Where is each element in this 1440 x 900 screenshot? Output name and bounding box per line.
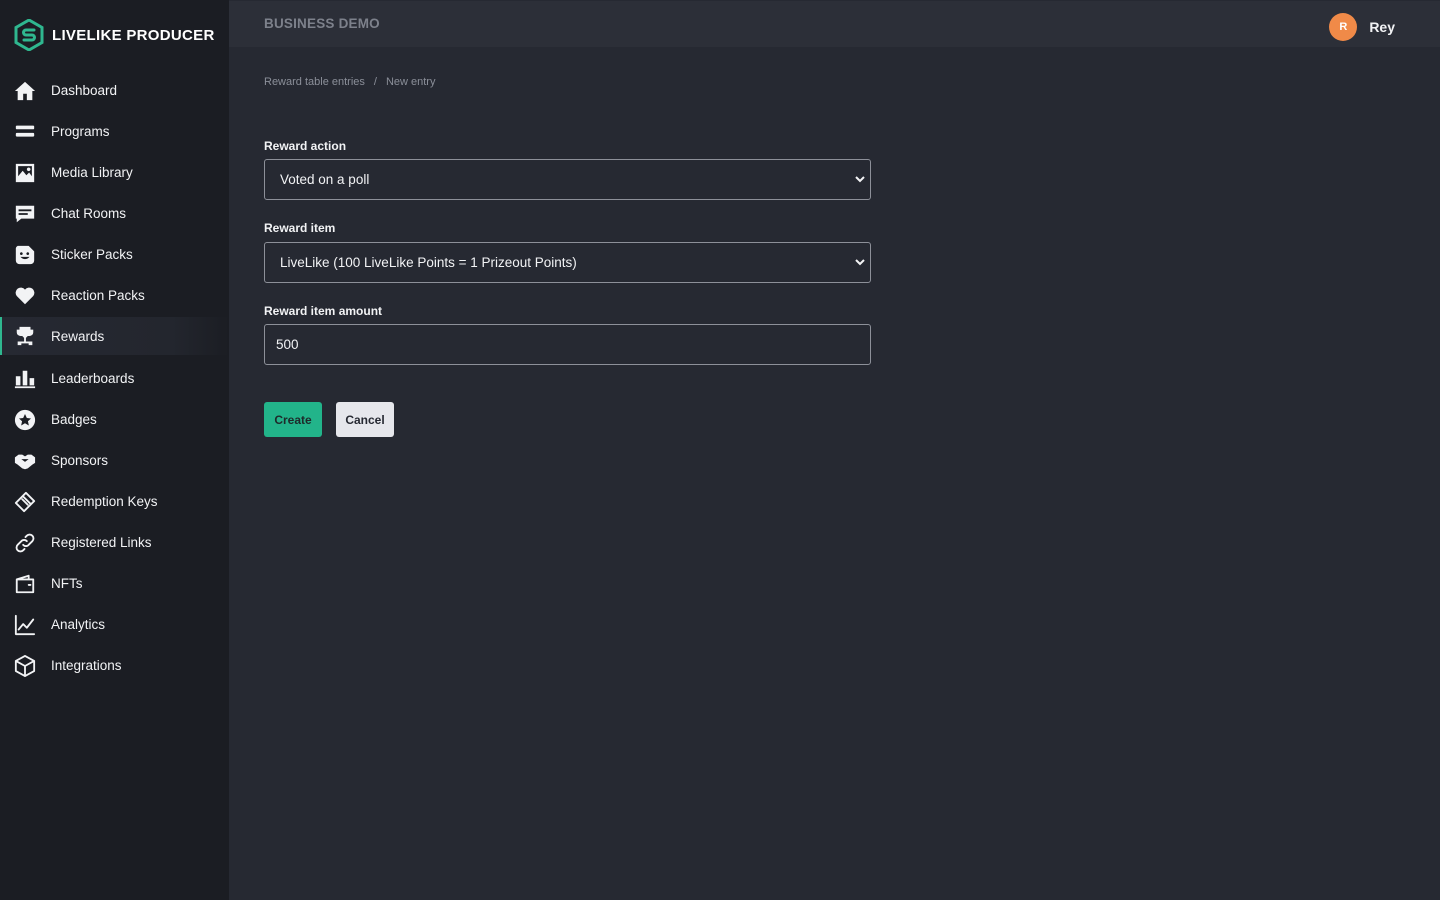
reward-action-select[interactable]: Voted on a poll: [264, 159, 871, 200]
sidebar-item-reaction-packs[interactable]: Reaction Packs: [0, 275, 229, 316]
badge-icon: [14, 409, 36, 431]
home-icon: [14, 80, 36, 102]
sidebar-item-label: Chat Rooms: [51, 206, 127, 221]
heart-icon: [14, 285, 36, 307]
sidebar-item-label: Sponsors: [51, 453, 109, 468]
chevron-down-icon: [855, 176, 865, 183]
reward-action-label: Reward action: [264, 139, 347, 153]
reward-item-amount-input[interactable]: 500: [264, 324, 871, 365]
breadcrumb: Reward table entries / New entry: [264, 76, 435, 88]
handshake-icon: [14, 450, 36, 472]
programs-icon: [14, 121, 36, 143]
sidebar-nav: Dashboard Programs Media Library Chat Ro…: [0, 70, 229, 686]
sidebar-item-chat-rooms[interactable]: Chat Rooms: [0, 193, 229, 234]
cancel-button[interactable]: Cancel: [336, 402, 394, 437]
chart-icon: [14, 614, 36, 636]
leaderboard-icon: [14, 368, 36, 390]
sidebar-item-label: Badges: [51, 412, 97, 427]
sidebar-item-nfts[interactable]: NFTs: [0, 563, 229, 604]
sidebar-item-integrations[interactable]: Integrations: [0, 645, 229, 686]
sidebar-item-analytics[interactable]: Analytics: [0, 604, 229, 645]
sidebar-item-label: Analytics: [51, 617, 106, 632]
org-name: BUSINESS DEMO: [264, 16, 380, 31]
breadcrumb-current: New entry: [385, 76, 436, 88]
create-button[interactable]: Create: [264, 402, 322, 437]
sticker-icon: [14, 244, 36, 266]
sidebar-item-label: NFTs: [51, 576, 83, 591]
sidebar-item-label: Registered Links: [51, 535, 152, 550]
cube-icon: [14, 654, 36, 677]
reward-action-value: Voted on a poll: [280, 172, 370, 187]
sidebar-item-registered-links[interactable]: Registered Links: [0, 522, 229, 563]
brand-logo[interactable]: LIVELIKE PRODUCER: [14, 19, 215, 51]
sidebar-item-label: Reaction Packs: [51, 288, 145, 303]
user-menu[interactable]: R Rey: [1329, 13, 1395, 41]
sidebar-item-sponsors[interactable]: Sponsors: [0, 440, 229, 481]
sidebar-item-dashboard[interactable]: Dashboard: [0, 70, 229, 111]
sidebar-item-label: Sticker Packs: [51, 247, 133, 262]
link-icon: [14, 532, 36, 554]
sidebar-item-sticker-packs[interactable]: Sticker Packs: [0, 234, 229, 275]
sidebar-item-label: Integrations: [51, 658, 122, 673]
sidebar-item-label: Media Library: [51, 165, 133, 180]
brand-name: LIVELIKE PRODUCER: [52, 26, 215, 44]
sidebar-item-leaderboards[interactable]: Leaderboards: [0, 358, 229, 399]
reward-item-label: Reward item: [264, 221, 336, 235]
ticket-icon: [14, 491, 36, 513]
avatar[interactable]: R: [1329, 13, 1358, 41]
reward-item-amount-label: Reward item amount: [264, 304, 383, 318]
sidebar-item-rewards[interactable]: Rewards: [0, 317, 229, 355]
sidebar-item-label: Redemption Keys: [51, 494, 158, 509]
livelike-logo-icon: [14, 19, 44, 51]
image-icon: [14, 162, 36, 184]
top-bar: BUSINESS DEMO R Rey: [229, 1, 1440, 47]
reward-item-amount-value: 500: [276, 337, 299, 352]
chat-icon: [14, 203, 36, 225]
breadcrumb-parent-link[interactable]: Reward table entries: [264, 76, 365, 88]
sidebar-item-label: Dashboard: [51, 83, 118, 98]
sidebar-item-media-library[interactable]: Media Library: [0, 152, 229, 193]
sidebar-item-programs[interactable]: Programs: [0, 111, 229, 152]
rewards-icon: [14, 325, 36, 347]
sidebar-item-redemption-keys[interactable]: Redemption Keys: [0, 481, 229, 522]
sidebar-item-label: Rewards: [51, 328, 105, 344]
chevron-down-icon: [855, 259, 865, 266]
sidebar-item-badges[interactable]: Badges: [0, 399, 229, 440]
user-name[interactable]: Rey: [1369, 19, 1395, 35]
sidebar-item-label: Leaderboards: [51, 371, 135, 386]
sidebar: LIVELIKE PRODUCER Dashboard Programs Med…: [0, 0, 229, 900]
wallet-icon: [14, 573, 36, 595]
sidebar-item-label: Programs: [51, 124, 110, 139]
breadcrumb-separator: /: [373, 76, 377, 88]
reward-item-select[interactable]: LiveLike (100 LiveLike Points = 1 Prizeo…: [264, 242, 871, 283]
reward-item-value: LiveLike (100 LiveLike Points = 1 Prizeo…: [280, 255, 577, 270]
